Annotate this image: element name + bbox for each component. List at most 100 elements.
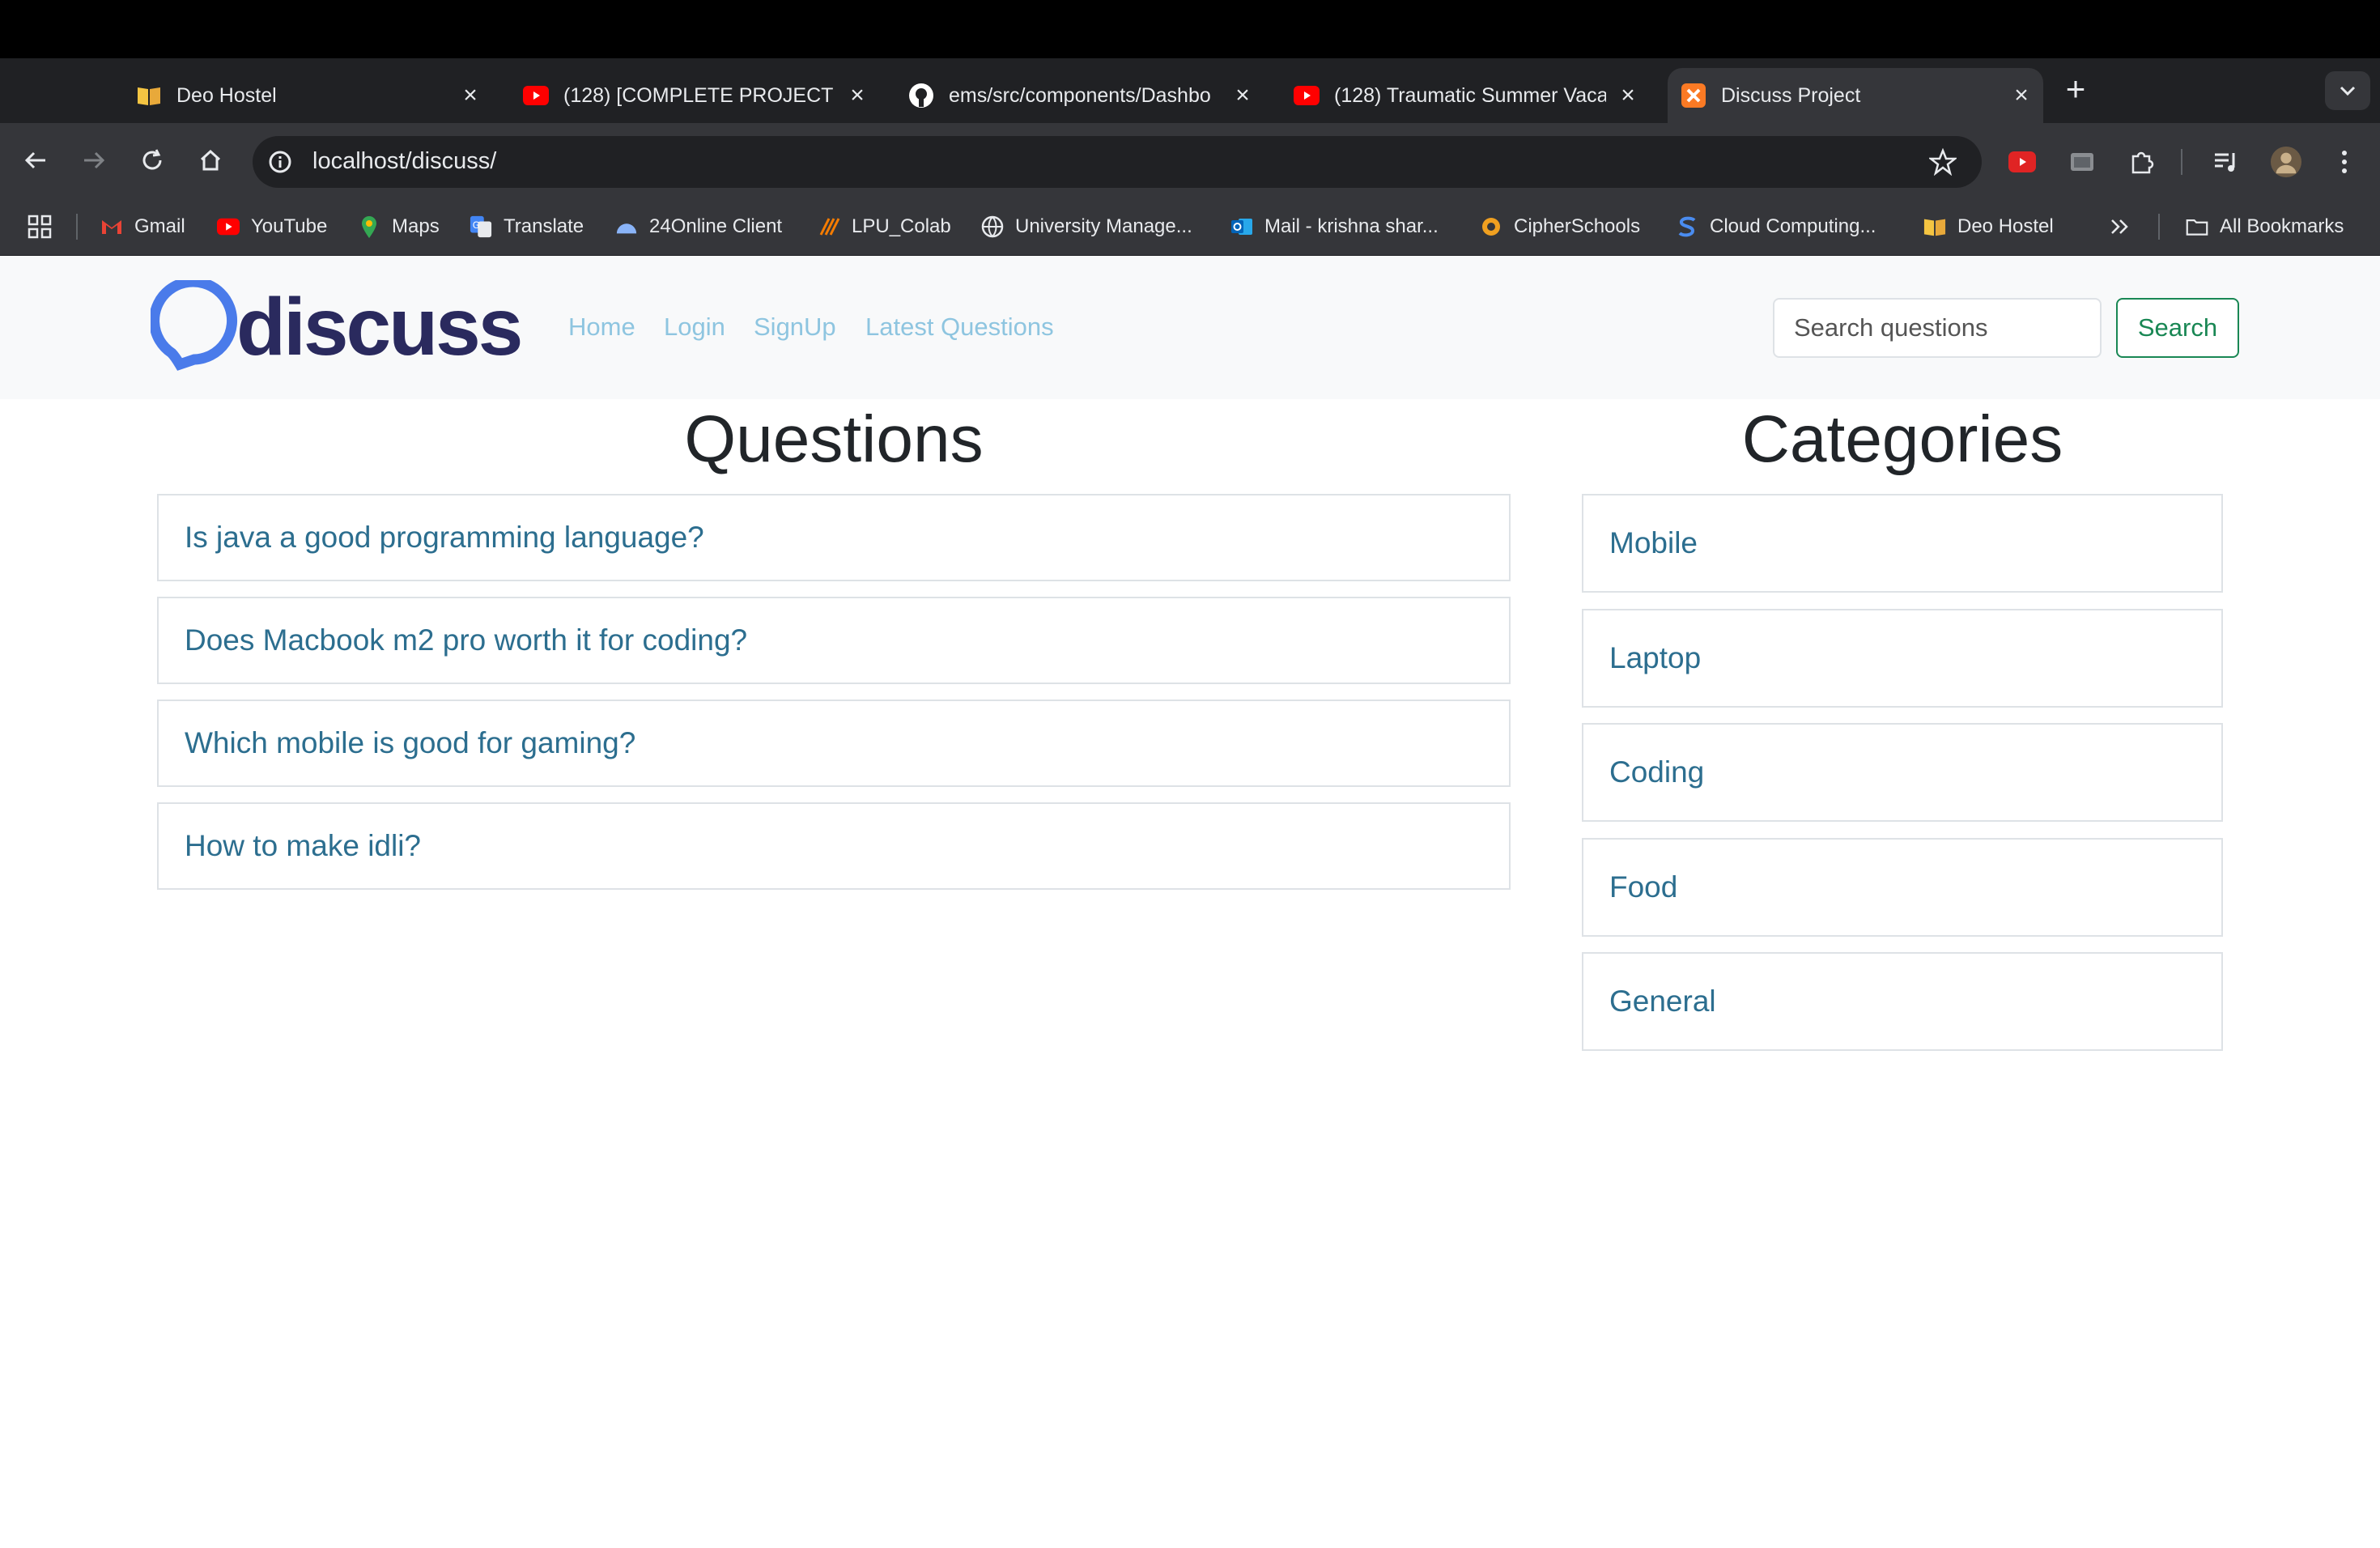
category-card[interactable]: General (1582, 952, 2223, 1051)
bookmark-label: University Manage... (1015, 215, 1192, 237)
cipherschools-icon (1480, 215, 1502, 238)
bookmark-label: LPU_Colab (852, 215, 951, 237)
close-icon[interactable]: × (458, 82, 482, 108)
close-icon[interactable]: × (1616, 82, 1640, 108)
category-card[interactable]: Laptop (1582, 609, 2223, 708)
category-link[interactable]: Coding (1609, 725, 1704, 820)
folder-icon (2186, 215, 2208, 238)
all-bookmarks-button[interactable]: All Bookmarks (2186, 212, 2344, 241)
nav-signup[interactable]: SignUp (754, 313, 836, 342)
bookmark-label: 24Online Client (649, 215, 783, 237)
question-link[interactable]: How to make idli? (185, 804, 421, 888)
site-info-icon[interactable] (264, 146, 296, 178)
s-icon (1676, 215, 1698, 238)
question-link[interactable]: Is java a good programming language? (185, 495, 704, 580)
bookmark-deo-hostel[interactable]: Deo Hostel (1923, 212, 2054, 241)
youtube-extension-icon[interactable] (2006, 146, 2038, 178)
tab-title: (128) Traumatic Summer Vaca (1334, 83, 1606, 107)
nav-home[interactable]: Home (568, 313, 635, 342)
category-card[interactable]: Mobile (1582, 494, 2223, 593)
bookmark-lpu-colab[interactable]: LPU_Colab (818, 212, 951, 241)
home-button[interactable] (194, 144, 227, 176)
tab-strip: Deo Hostel × (128) [COMPLETE PROJECT 🔥 ×… (0, 58, 2380, 162)
tab-title: (128) [COMPLETE PROJECT 🔥 (563, 83, 835, 107)
close-icon[interactable]: × (2009, 82, 2034, 108)
categories-heading: Categories (1741, 402, 2063, 476)
tab-discuss-project[interactable]: Discuss Project × (1668, 68, 2043, 123)
extensions-puzzle-icon[interactable] (2126, 146, 2158, 178)
toolbar-divider (2181, 149, 2182, 175)
bookmark-label: CipherSchools (1514, 215, 1641, 237)
youtube-icon (1294, 83, 1320, 108)
book-icon (1923, 215, 1946, 238)
bookmark-24online[interactable]: 24Online Client (615, 212, 782, 241)
question-link[interactable]: Which mobile is good for gaming? (185, 701, 635, 785)
double-chevron-right-icon (2111, 219, 2128, 234)
tab-youtube-traumatic[interactable]: (128) Traumatic Summer Vaca × (1279, 68, 1648, 123)
apps-grid-icon[interactable] (28, 212, 52, 241)
category-card[interactable]: Coding (1582, 723, 2223, 822)
translate-icon: G (470, 215, 492, 238)
youtube-icon (523, 83, 549, 108)
bookmark-gmail[interactable]: Gmail (100, 212, 185, 241)
more-bookmarks-button[interactable] (2110, 212, 2129, 241)
bookmark-label: YouTube (251, 215, 328, 237)
question-link[interactable]: Does Macbook m2 pro worth it for coding? (185, 598, 747, 683)
kebab-menu-icon[interactable] (2328, 146, 2361, 178)
xampp-icon (1681, 83, 1706, 108)
search-button[interactable]: Search (2116, 298, 2239, 358)
youtube-icon (217, 215, 240, 238)
chat-bubble-icon (149, 276, 238, 371)
tab-deo-hostel[interactable]: Deo Hostel × (121, 68, 491, 123)
tab-github[interactable]: ems/src/components/Dashbo × (894, 68, 1263, 123)
question-card[interactable]: How to make idli? (157, 802, 1511, 890)
close-icon[interactable]: × (845, 82, 869, 108)
close-icon[interactable]: × (1230, 82, 1255, 108)
nav-login[interactable]: Login (664, 313, 725, 342)
home-icon (200, 149, 221, 171)
bookmark-star-icon[interactable] (1927, 146, 1959, 178)
category-link[interactable]: Mobile (1609, 495, 1698, 591)
questions-heading: Questions (684, 402, 984, 476)
media-control-icon[interactable] (2210, 146, 2242, 178)
bookmark-youtube[interactable]: YouTube (217, 212, 327, 241)
category-card[interactable]: Food (1582, 838, 2223, 937)
tab-title: Discuss Project (1721, 83, 1861, 107)
forward-button[interactable] (78, 144, 110, 176)
bookmark-mail[interactable]: Mail - krishna shar... (1230, 212, 1439, 241)
bookmarks-divider (2158, 214, 2160, 240)
category-link[interactable]: General (1609, 954, 1716, 1049)
question-card[interactable]: Is java a good programming language? (157, 494, 1511, 581)
question-card[interactable]: Which mobile is good for gaming? (157, 700, 1511, 787)
bookmark-translate[interactable]: G Translate (470, 212, 584, 241)
svg-text:G: G (473, 220, 480, 231)
bookmark-cipherschools[interactable]: CipherSchools (1480, 212, 1640, 241)
question-card[interactable]: Does Macbook m2 pro worth it for coding? (157, 597, 1511, 684)
category-link[interactable]: Food (1609, 840, 1677, 935)
bookmark-label: Deo Hostel (1957, 215, 2054, 237)
category-link[interactable]: Laptop (1609, 610, 1701, 706)
search-input[interactable] (1773, 298, 2102, 358)
new-tab-button[interactable]: + (2059, 72, 2092, 107)
reload-button[interactable] (136, 144, 168, 176)
nav-latest-questions[interactable]: Latest Questions (865, 313, 1054, 342)
bookmark-maps[interactable]: Maps (358, 212, 440, 241)
maps-pin-icon (358, 215, 380, 238)
discuss-logo[interactable]: discuss (149, 276, 531, 372)
tab-title: Deo Hostel (176, 83, 277, 107)
cloud-icon (615, 215, 638, 238)
tab-search-button[interactable] (2325, 71, 2370, 110)
back-button[interactable] (19, 144, 52, 176)
profile-avatar-icon[interactable] (2270, 146, 2302, 178)
tab-youtube-project[interactable]: (128) [COMPLETE PROJECT 🔥 × (508, 68, 878, 123)
outlook-icon (1230, 215, 1253, 238)
bookmark-label: Cloud Computing... (1710, 215, 1876, 237)
chevron-down-icon (2340, 86, 2356, 96)
bookmark-label: Translate (504, 215, 584, 237)
bookmark-cloud-computing[interactable]: Cloud Computing... (1676, 212, 1876, 241)
window-extension-icon[interactable] (2066, 146, 2098, 178)
address-bar[interactable] (253, 136, 1982, 188)
github-icon (908, 83, 934, 108)
book-icon (136, 83, 162, 108)
bookmark-university[interactable]: University Manage... (981, 212, 1192, 241)
